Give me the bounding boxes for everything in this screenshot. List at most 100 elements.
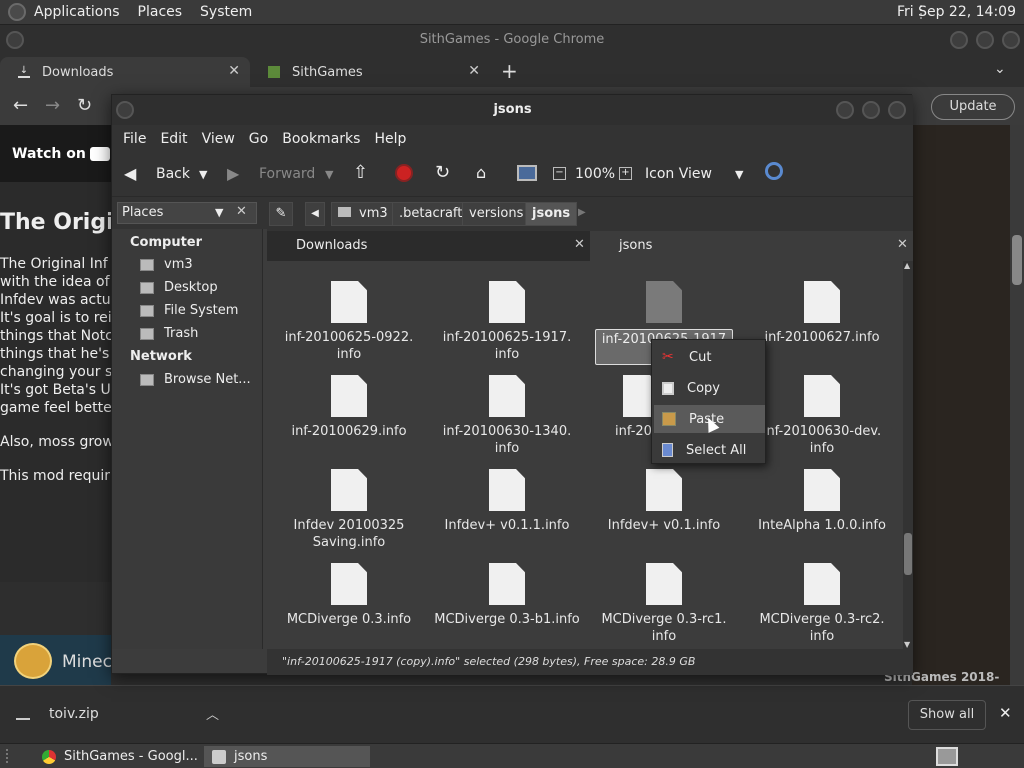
sidebar-item-desktop[interactable]: Desktop xyxy=(140,280,218,295)
back-history-chevron-icon[interactable]: ▼ xyxy=(199,168,207,181)
menu-view[interactable]: View xyxy=(202,131,235,147)
fm-maximize-button[interactable] xyxy=(862,101,880,119)
places-menu[interactable]: Places xyxy=(138,4,183,20)
back-arrow-icon[interactable]: ← xyxy=(13,95,28,116)
zoom-out-icon[interactable]: − xyxy=(553,167,566,180)
taskbar-item-chrome[interactable]: SithGames - Googl... xyxy=(34,746,198,767)
up-icon[interactable]: ⇧ xyxy=(353,162,368,183)
reload-icon[interactable]: ↻ xyxy=(77,95,92,116)
chrome-titlebar[interactable]: SithGames - Google Chrome xyxy=(0,25,1024,55)
context-menu-select-all[interactable]: Select All xyxy=(654,436,765,464)
tab-downloads[interactable]: ↓ Downloads ✕ xyxy=(0,57,250,87)
tab-search-chevron-icon[interactable]: ⌄ xyxy=(994,61,1006,77)
crumb-versions[interactable]: versions xyxy=(462,202,531,226)
close-window-button[interactable] xyxy=(1002,31,1020,49)
show-all-button[interactable]: Show all xyxy=(908,700,986,730)
close-tab-icon[interactable]: ✕ xyxy=(228,63,240,79)
download-filename[interactable]: toiv.zip xyxy=(49,706,99,722)
taskbar-item-jsons[interactable]: jsons xyxy=(204,746,370,767)
fm-scrollbar[interactable]: ▲ ▼ xyxy=(903,261,913,649)
channel-avatar[interactable] xyxy=(14,643,52,679)
file-item[interactable]: Infdev+ v0.1.1.info xyxy=(432,469,582,534)
zoom-in-icon[interactable]: + xyxy=(619,167,632,180)
close-sidebar-icon[interactable]: ✕ xyxy=(236,204,247,219)
close-shelf-icon[interactable]: ✕ xyxy=(999,704,1012,722)
file-item[interactable]: Infdev 20100325 Saving.info xyxy=(274,469,424,551)
file-icon xyxy=(804,281,840,323)
file-item[interactable]: MCDiverge 0.3.info xyxy=(274,563,424,628)
crumb-vm3[interactable]: vm3 xyxy=(331,202,395,226)
close-tab-icon[interactable]: ✕ xyxy=(468,63,480,79)
file-label: Infdev+ v0.1.1.info xyxy=(444,518,570,533)
maximize-button[interactable] xyxy=(976,31,994,49)
back-button[interactable]: Back xyxy=(156,166,190,182)
scroll-up-icon[interactable]: ▲ xyxy=(904,261,910,270)
page-scrollbar[interactable] xyxy=(1010,125,1024,685)
scroll-down-icon[interactable]: ▼ xyxy=(904,640,910,649)
minimize-button[interactable] xyxy=(950,31,968,49)
file-item[interactable]: inf-20100630-dev. info xyxy=(747,375,897,457)
file-item[interactable]: inf-20100629.info xyxy=(274,375,424,440)
menu-go[interactable]: Go xyxy=(249,131,268,147)
zoom-level[interactable]: 100% xyxy=(575,166,615,182)
sidebar-item-trash[interactable]: Trash xyxy=(140,326,198,341)
file-item[interactable]: MCDiverge 0.3-rc2. info xyxy=(747,563,897,645)
menu-edit[interactable]: Edit xyxy=(160,131,187,147)
sidebar-item-vm3[interactable]: vm3 xyxy=(140,257,193,272)
applications-menu[interactable]: Applications xyxy=(34,4,120,20)
fm-minimize-button[interactable] xyxy=(836,101,854,119)
file-item[interactable]: InteAlpha 1.0.0.info xyxy=(747,469,897,534)
home-icon[interactable]: ⌂ xyxy=(476,163,486,182)
sidebar-item-filesystem[interactable]: File System xyxy=(140,303,238,318)
file-item[interactable]: inf-20100627.info xyxy=(747,281,897,346)
new-tab-button[interactable]: + xyxy=(501,59,518,83)
forward-icon[interactable]: ▶ xyxy=(227,164,239,183)
workspace-switcher[interactable] xyxy=(936,747,958,766)
crumb-betacraft[interactable]: .betacraft xyxy=(392,202,470,226)
close-tab-icon[interactable]: ✕ xyxy=(574,237,585,252)
file-item[interactable]: MCDiverge 0.3-rc1. info xyxy=(589,563,739,645)
tab-sithgames[interactable]: SithGames ✕ xyxy=(250,57,490,87)
context-menu-cut[interactable]: ✂ Cut xyxy=(654,343,765,371)
computer-icon[interactable] xyxy=(517,165,537,181)
file-item[interactable]: MCDiverge 0.3-b1.info xyxy=(432,563,582,628)
edit-location-icon[interactable]: ✎ xyxy=(269,202,293,226)
forward-button[interactable]: Forward xyxy=(259,166,315,182)
menu-bookmarks[interactable]: Bookmarks xyxy=(282,131,360,147)
back-icon[interactable]: ◀ xyxy=(124,164,136,183)
page-scroll-thumb[interactable] xyxy=(1012,235,1022,285)
file-item[interactable]: inf-20100625-1917. info xyxy=(432,281,582,363)
forward-arrow-icon[interactable]: → xyxy=(45,95,60,116)
view-mode-chevron-icon[interactable]: ▼ xyxy=(735,168,743,181)
file-item[interactable]: inf-20100630-1340. info xyxy=(432,375,582,457)
context-menu-copy[interactable]: Copy xyxy=(654,374,765,402)
stop-icon[interactable] xyxy=(395,164,413,182)
update-button[interactable]: Update xyxy=(931,94,1015,120)
reload-icon[interactable]: ↻ xyxy=(435,162,450,183)
fm-tab-jsons[interactable]: jsons ✕ xyxy=(590,231,913,261)
menu-help[interactable]: Help xyxy=(374,131,406,147)
fm-titlebar[interactable]: jsons xyxy=(112,95,913,125)
system-menu[interactable]: System xyxy=(200,4,252,20)
menu-file[interactable]: File xyxy=(123,131,146,147)
distro-logo-icon[interactable] xyxy=(8,3,26,21)
video-title[interactable]: Minec xyxy=(62,652,112,672)
forward-history-chevron-icon[interactable]: ▼ xyxy=(325,168,333,181)
crumb-jsons[interactable]: jsons xyxy=(525,202,578,226)
close-tab-icon[interactable]: ✕ xyxy=(897,237,908,252)
clock[interactable]: Fri Sep 22, 14:09 xyxy=(897,4,1016,20)
fm-close-button[interactable] xyxy=(888,101,906,119)
fm-tab-downloads[interactable]: Downloads ✕ xyxy=(267,231,590,261)
sidebar-item-label: File System xyxy=(164,303,239,318)
file-item[interactable]: inf-20100625-0922. info xyxy=(274,281,424,363)
show-desktop-handle-icon[interactable] xyxy=(6,749,20,763)
chevron-up-icon[interactable]: ︿ xyxy=(206,704,219,723)
file-item[interactable]: Infdev+ v0.1.info xyxy=(589,469,739,534)
crumb-left-icon[interactable]: ◀ xyxy=(305,202,325,226)
search-icon[interactable] xyxy=(765,162,783,180)
crumb-right-icon[interactable]: ▶ xyxy=(578,207,586,218)
youtube-bar[interactable]: Watch on xyxy=(0,125,111,182)
fm-scroll-thumb[interactable] xyxy=(904,533,912,575)
view-mode-select[interactable]: Icon View xyxy=(645,166,712,182)
sidebar-item-browse-network[interactable]: Browse Net... xyxy=(140,372,251,387)
